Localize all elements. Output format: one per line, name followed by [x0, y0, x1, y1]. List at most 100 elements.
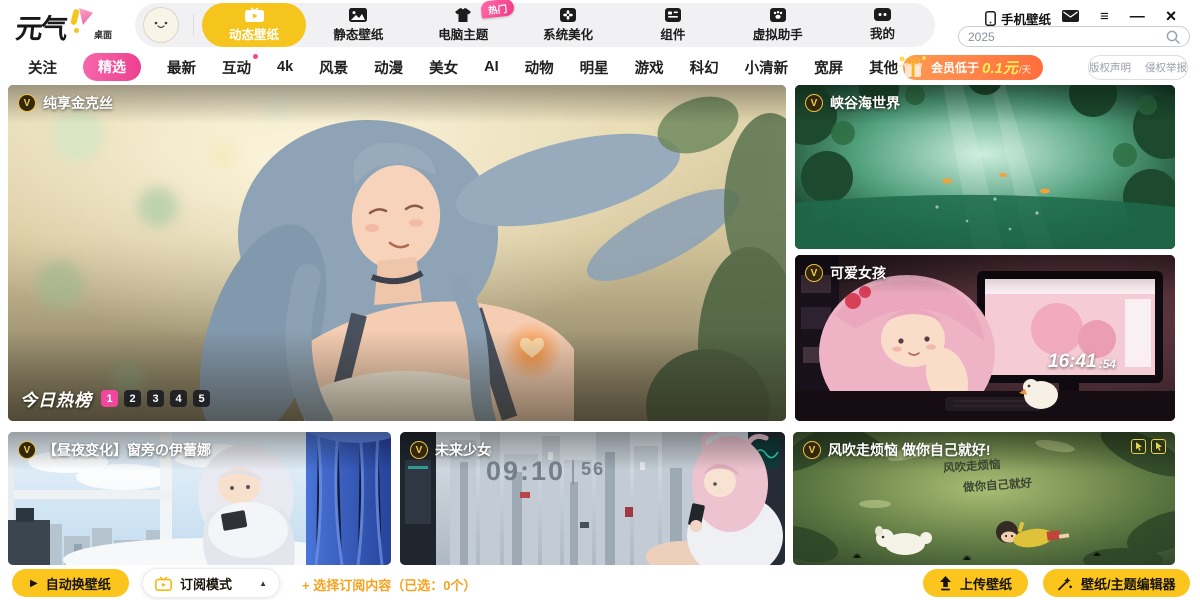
cat-scifi[interactable]: 科幻 — [690, 57, 719, 78]
magic-wand-icon — [1057, 576, 1073, 591]
tab-label: 静态壁纸 — [333, 24, 383, 43]
cat-anime[interactable]: 动漫 — [374, 57, 403, 78]
legal-links: 版权声明 侵权举报 — [1088, 55, 1188, 80]
wallpaper-card-shinchan[interactable]: V 风吹走烦恼 做你自己就好! 风吹走烦恼 做你自己就好 — [793, 432, 1175, 565]
search-input[interactable] — [968, 30, 1160, 44]
menu-button[interactable]: ≡ — [1100, 7, 1109, 25]
creator-badge-icon: V — [410, 441, 428, 459]
user-avatar[interactable] — [143, 7, 179, 43]
cat-other[interactable]: 其他 — [869, 57, 898, 78]
wallpaper-card-featured[interactable]: V 纯享金克丝 今日热榜 1 2 3 4 5 — [8, 85, 786, 421]
app-logo: 元气 桌面 — [16, 7, 112, 46]
card-title-row: V 可爱女孩 — [805, 263, 886, 283]
daily-hot-rank: 今日热榜 1 2 3 4 5 — [20, 386, 210, 411]
upload-icon — [939, 576, 952, 591]
card-title-row: V 纯享金克丝 — [18, 93, 113, 113]
widget-icon — [665, 8, 681, 22]
auto-change-wallpaper-button[interactable]: ▶ 自动换壁纸 — [12, 569, 129, 597]
cat-ai[interactable]: AI — [484, 59, 499, 75]
close-icon: × — [1166, 7, 1177, 25]
cat-animal[interactable]: 动物 — [525, 57, 554, 78]
tab-static-wallpaper[interactable]: 静态壁纸 — [306, 3, 411, 47]
rank-5[interactable]: 5 — [193, 390, 210, 407]
nav-divider — [193, 14, 194, 36]
creator-badge-icon: V — [805, 94, 823, 112]
card-title: 未来少女 — [435, 440, 491, 460]
close-button[interactable]: × — [1166, 7, 1177, 25]
subscribe-mode-label: 订阅模式 — [180, 574, 232, 593]
caret-up-icon: ▲ — [259, 579, 267, 588]
wallpaper-card-future-girl[interactable]: V 未来少女 09:10 56 — [400, 432, 785, 565]
select-subscribe-content-link[interactable]: + 选择订阅内容（已选：0个） — [302, 575, 476, 594]
subscribe-mode-dropdown[interactable]: 订阅模式 ▲ — [142, 568, 280, 598]
card-title-row: V 未来少女 — [410, 440, 491, 460]
tab-widgets[interactable]: 组件 — [620, 3, 725, 47]
clock-seconds: 56 — [581, 459, 605, 480]
featured-artwork — [8, 85, 786, 421]
report-link[interactable]: 侵权举报 — [1145, 60, 1187, 75]
minimize-button[interactable]: — — [1130, 7, 1145, 25]
copyright-link[interactable]: 版权声明 — [1089, 60, 1131, 75]
vip-text: 会员低于 — [931, 59, 979, 76]
tab-computer-theme[interactable]: 电脑主题 热门 — [411, 3, 516, 47]
wallpaper-card-elaina[interactable]: V 【昼夜变化】窗旁の伊蕾娜 — [8, 432, 391, 565]
rank-1[interactable]: 1 — [101, 390, 118, 407]
logo-text: 元气 — [14, 7, 68, 46]
tab-label: 电脑主题 — [438, 24, 488, 43]
primary-nav: 动态壁纸 静态壁纸 电脑主题 热门 — [135, 3, 935, 47]
bottom-toolbar: ▶ 自动换壁纸 订阅模式 ▲ + 选择订阅内容（已选：0个） 上传壁纸 — [0, 565, 1200, 600]
system-beautify-icon — [560, 8, 576, 22]
upload-label: 上传壁纸 — [960, 574, 1012, 593]
tab-virtual-assistant[interactable]: 虚拟助手 — [725, 3, 830, 47]
wallpaper-card-canyon[interactable]: V 峡谷海世界 — [795, 85, 1175, 249]
search-icon[interactable] — [1166, 30, 1180, 44]
menu-icon: ≡ — [1100, 9, 1109, 24]
cat-follow[interactable]: 关注 — [28, 57, 57, 78]
clock-hours-minutes: 09:10 — [486, 456, 565, 487]
tv-icon — [155, 576, 172, 591]
rank-3[interactable]: 3 — [147, 390, 164, 407]
clock-divider — [572, 460, 574, 485]
logo-subtext: 桌面 — [94, 28, 112, 41]
tab-dynamic-wallpaper[interactable]: 动态壁纸 — [202, 3, 306, 47]
tab-system-beautify[interactable]: 系统美化 — [516, 3, 621, 47]
card-title: 【昼夜变化】窗旁の伊蕾娜 — [43, 440, 211, 460]
wallpaper-clock: 09:10 56 — [486, 456, 605, 487]
wallpaper-theme-editor-button[interactable]: 壁纸/主题编辑器 — [1043, 569, 1190, 597]
card-title-row: V 峡谷海世界 — [805, 93, 900, 113]
cat-fresh[interactable]: 小清新 — [745, 57, 789, 78]
cat-interactive[interactable]: 互动 — [222, 57, 251, 78]
cat-game[interactable]: 游戏 — [635, 57, 664, 78]
cursor-feature-icon — [1131, 439, 1146, 454]
rank-2[interactable]: 2 — [124, 390, 141, 407]
message-button[interactable] — [1062, 7, 1079, 25]
cat-star[interactable]: 明星 — [580, 57, 609, 78]
paw-icon — [770, 8, 786, 22]
app-window: 元气 桌面 动态壁纸 — [0, 0, 1200, 600]
smiley-face-icon — [153, 20, 169, 30]
hot-rank-label: 今日热榜 — [20, 386, 92, 411]
creator-badge-icon: V — [805, 264, 823, 282]
tab-mine[interactable]: 我的 — [830, 3, 935, 47]
card-title: 风吹走烦恼 做你自己就好! — [828, 440, 991, 460]
clock-seconds: :54 — [1099, 357, 1116, 371]
cat-4k[interactable]: 4k — [277, 59, 293, 75]
envelope-icon — [1062, 10, 1079, 22]
wallpaper-card-cute-girl[interactable]: V 可爱女孩 16:41 :54 — [795, 255, 1175, 421]
card-top-shade — [8, 85, 786, 123]
cat-newest[interactable]: 最新 — [167, 57, 196, 78]
card-title: 可爱女孩 — [830, 263, 886, 283]
rank-4[interactable]: 4 — [170, 390, 187, 407]
card-title-row: V 风吹走烦恼 做你自己就好! — [803, 440, 991, 460]
theme-shirt-icon — [454, 8, 472, 22]
cat-scenery[interactable]: 风景 — [319, 57, 348, 78]
upload-wallpaper-button[interactable]: 上传壁纸 — [923, 569, 1028, 597]
rank-list: 1 2 3 4 5 — [101, 390, 210, 407]
creator-badge-icon: V — [18, 94, 36, 112]
cat-featured[interactable]: 精选 — [83, 53, 141, 81]
card-title: 峡谷海世界 — [830, 93, 900, 113]
vip-promo-badge[interactable]: 会员低于 0.1元 /天 — [903, 55, 1043, 80]
cat-beauty[interactable]: 美女 — [429, 57, 458, 78]
clock-hours-minutes: 16:41 — [1048, 351, 1097, 373]
cat-widescreen[interactable]: 宽屏 — [814, 57, 843, 78]
